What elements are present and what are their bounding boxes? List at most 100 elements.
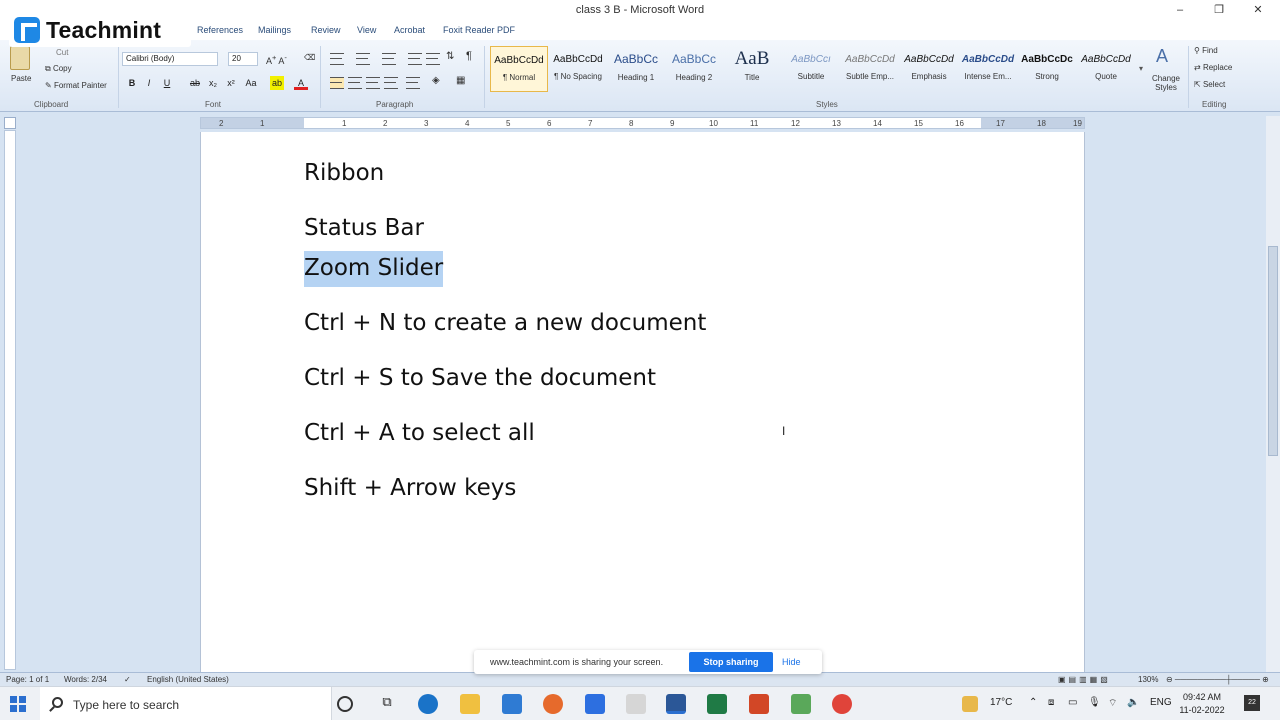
temperature[interactable]: 17°C (990, 697, 1012, 708)
close-button[interactable]: ✕ (1240, 2, 1276, 20)
multilevel-list-icon[interactable] (382, 53, 396, 65)
change-styles-icon[interactable]: A (1156, 46, 1168, 67)
vertical-ruler[interactable] (4, 130, 16, 670)
input-language[interactable]: ENG (1150, 697, 1172, 708)
highlight-icon[interactable]: ab (270, 76, 284, 90)
proofing-icon[interactable]: ✓ (124, 675, 131, 684)
firefox-icon[interactable] (543, 694, 563, 714)
edge-icon[interactable] (418, 694, 438, 714)
style-subtle-emphasis[interactable]: AaBbCcDd Subtle Emp... (841, 46, 899, 92)
chrome-icon[interactable] (832, 694, 852, 714)
change-styles-button[interactable]: Change Styles (1150, 74, 1182, 92)
tab-mailings[interactable]: Mailings (258, 25, 291, 35)
subscript-icon[interactable]: x₂ (206, 76, 220, 90)
maximize-button[interactable]: ❐ (1201, 2, 1237, 20)
paste-button[interactable]: Paste (11, 74, 31, 83)
align-right-icon[interactable] (366, 77, 380, 89)
excel-icon[interactable] (707, 694, 727, 714)
copy-button[interactable]: ⧉ Copy (45, 64, 72, 74)
clock[interactable]: 09:42 AM 11-02-2022 (1172, 691, 1232, 717)
chevron-up-icon[interactable]: ⌃ (1029, 697, 1037, 708)
style-normal[interactable]: AaBbCcDd ¶ Normal (490, 46, 548, 92)
find-button[interactable]: ⚲ Find (1194, 46, 1218, 55)
pen-tool-icon[interactable] (791, 694, 811, 714)
minimize-button[interactable]: – (1162, 2, 1198, 20)
weather-icon[interactable] (962, 696, 978, 712)
tab-view[interactable]: View (357, 25, 376, 35)
zoom-level[interactable]: 130% (1138, 675, 1158, 684)
style-emphasis[interactable]: AaBbCcDd Emphasis (900, 46, 958, 92)
tab-review[interactable]: Review (311, 25, 341, 35)
format-painter-button[interactable]: ✎ Format Painter (45, 81, 107, 90)
italic-button[interactable]: I (142, 76, 156, 90)
word-count[interactable]: Words: 2/34 (64, 675, 107, 684)
style-subtitle[interactable]: AaBbCcı Subtitle (782, 46, 840, 92)
increase-indent-icon[interactable] (426, 53, 440, 65)
style-quote[interactable]: AaBbCcDd Quote (1077, 46, 1135, 92)
clear-formatting-icon[interactable]: ⌫ (304, 53, 315, 62)
style-strong[interactable]: AaBbCcDc Strong (1018, 46, 1076, 92)
style-intense-emphasis[interactable]: AaBbCcDd Intense Em... (959, 46, 1017, 92)
numbering-icon[interactable] (356, 53, 370, 65)
font-size-box[interactable]: 20 (228, 52, 258, 66)
word-icon[interactable] (666, 694, 686, 714)
tab-selector-icon[interactable] (4, 117, 16, 129)
scrollbar-thumb[interactable] (1268, 246, 1278, 456)
document-page[interactable]: Ribbon Status Bar Zoom Slider Ctrl + N t… (200, 132, 1085, 672)
view-buttons[interactable]: ▣▤▥▦▧ (1058, 675, 1111, 684)
underline-button[interactable]: U (160, 76, 174, 90)
ruler-bar[interactable]: 2 1 1 2 3 4 5 6 7 8 9 10 11 12 13 14 15 … (200, 117, 1085, 129)
tab-acrobat[interactable]: Acrobat (394, 25, 425, 35)
grow-font-icon[interactable]: A+ A- (266, 53, 287, 66)
page-count[interactable]: Page: 1 of 1 (6, 675, 49, 684)
strikethrough-icon[interactable]: ab (188, 76, 202, 90)
mail-icon[interactable] (502, 694, 522, 714)
language-indicator[interactable]: English (United States) (147, 675, 229, 684)
align-left-icon[interactable] (330, 77, 344, 89)
microphone-icon[interactable]: 🎙 (1088, 697, 1101, 708)
vertical-scrollbar[interactable] (1266, 116, 1280, 672)
font-color-icon[interactable]: A (294, 76, 308, 90)
show-formatting-icon[interactable]: ¶ (466, 50, 472, 62)
replace-button[interactable]: ⇄ Replace (1194, 63, 1232, 72)
dropbox-icon[interactable] (585, 694, 605, 714)
stop-sharing-button[interactable]: Stop sharing (689, 652, 773, 672)
style-no-spacing[interactable]: AaBbCcDd ¶ No Spacing (549, 46, 607, 92)
battery-icon[interactable]: ▭ (1068, 697, 1077, 708)
bold-button[interactable]: B (125, 76, 139, 90)
shading-icon[interactable]: ◈ (432, 75, 440, 86)
select-button[interactable]: ⇱ Select (1194, 80, 1225, 89)
line-spacing-icon[interactable] (406, 77, 420, 89)
volume-icon[interactable]: 🔈 (1127, 697, 1139, 708)
styles-scroll-icon[interactable]: ▾ (1139, 64, 1143, 73)
borders-icon[interactable]: ▦ (456, 75, 465, 86)
style-heading-1[interactable]: AaBbCc Heading 1 (607, 46, 665, 92)
document-line[interactable]: Ribbon (304, 160, 384, 186)
style-title[interactable]: AaB Title (723, 46, 781, 92)
style-heading-2[interactable]: AaBbCc Heading 2 (665, 46, 723, 92)
tab-references[interactable]: References (197, 25, 243, 35)
superscript-icon[interactable]: x² (224, 76, 238, 90)
font-name-box[interactable]: Calibri (Body) (122, 52, 218, 66)
document-line[interactable]: Ctrl + A to select all (304, 420, 535, 446)
bullets-icon[interactable] (330, 53, 344, 65)
document-line[interactable]: Shift + Arrow keys (304, 475, 516, 501)
document-line[interactable]: Ctrl + N to create a new document (304, 310, 706, 336)
tab-foxit-reader-pdf[interactable]: Foxit Reader PDF (443, 25, 515, 35)
cut-button[interactable]: Cut (56, 48, 68, 57)
powerpoint-icon[interactable] (749, 694, 769, 714)
paste-icon[interactable] (10, 46, 30, 70)
justify-icon[interactable] (384, 77, 398, 89)
sort-icon[interactable]: ⇅ (446, 51, 454, 62)
zoom-slider[interactable]: ⊖ ─────────┼───── ⊕ (1166, 675, 1269, 684)
align-center-icon[interactable] (348, 77, 362, 89)
windows-start-icon[interactable] (10, 696, 26, 712)
document-line-selected[interactable]: Zoom Slider (304, 251, 444, 287)
decrease-indent-icon[interactable] (408, 53, 422, 65)
change-case-icon[interactable]: Aa (244, 76, 258, 90)
task-view-icon[interactable]: ⧉ (377, 694, 397, 714)
tray-app-icon[interactable]: ⧈ (1048, 697, 1054, 708)
notifications-icon[interactable]: 22 (1244, 695, 1260, 711)
cortana-icon[interactable] (337, 696, 353, 712)
file-explorer-icon[interactable] (460, 694, 480, 714)
